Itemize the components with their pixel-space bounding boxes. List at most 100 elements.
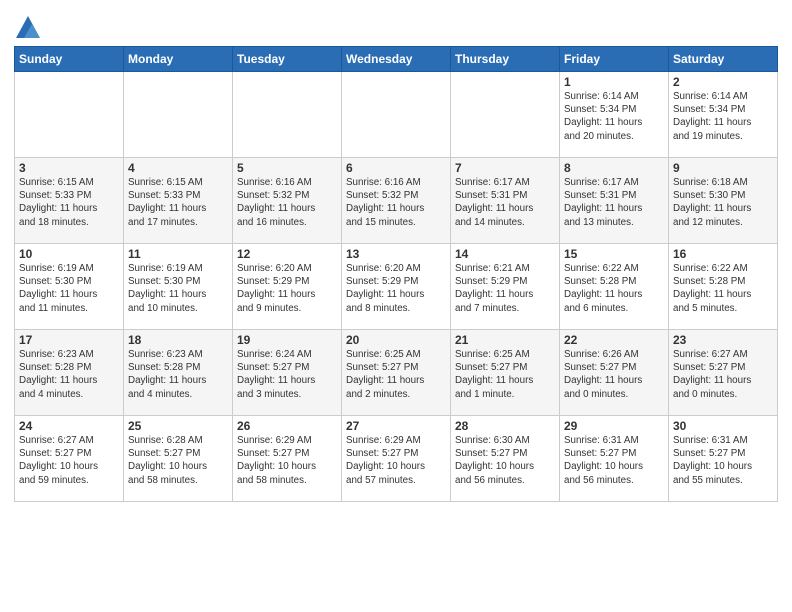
cell-info: Sunrise: 6:25 AM Sunset: 5:27 PM Dayligh… (455, 348, 555, 401)
day-number: 23 (673, 333, 773, 347)
cell-info: Sunrise: 6:27 AM Sunset: 5:27 PM Dayligh… (673, 348, 773, 401)
calendar-cell: 20Sunrise: 6:25 AM Sunset: 5:27 PM Dayli… (342, 330, 451, 416)
calendar-cell: 9Sunrise: 6:18 AM Sunset: 5:30 PM Daylig… (669, 158, 778, 244)
cell-info: Sunrise: 6:14 AM Sunset: 5:34 PM Dayligh… (564, 90, 664, 143)
weekday-header: Wednesday (342, 47, 451, 72)
day-number: 13 (346, 247, 446, 261)
cell-info: Sunrise: 6:17 AM Sunset: 5:31 PM Dayligh… (564, 176, 664, 229)
weekday-header: Thursday (451, 47, 560, 72)
calendar-cell (124, 72, 233, 158)
cell-info: Sunrise: 6:21 AM Sunset: 5:29 PM Dayligh… (455, 262, 555, 315)
day-number: 10 (19, 247, 119, 261)
cell-info: Sunrise: 6:17 AM Sunset: 5:31 PM Dayligh… (455, 176, 555, 229)
cell-info: Sunrise: 6:19 AM Sunset: 5:30 PM Dayligh… (128, 262, 228, 315)
calendar-cell: 18Sunrise: 6:23 AM Sunset: 5:28 PM Dayli… (124, 330, 233, 416)
weekday-header: Sunday (15, 47, 124, 72)
day-number: 5 (237, 161, 337, 175)
day-number: 6 (346, 161, 446, 175)
cell-info: Sunrise: 6:30 AM Sunset: 5:27 PM Dayligh… (455, 434, 555, 487)
calendar-cell: 24Sunrise: 6:27 AM Sunset: 5:27 PM Dayli… (15, 416, 124, 502)
day-number: 21 (455, 333, 555, 347)
calendar-cell: 17Sunrise: 6:23 AM Sunset: 5:28 PM Dayli… (15, 330, 124, 416)
cell-info: Sunrise: 6:31 AM Sunset: 5:27 PM Dayligh… (564, 434, 664, 487)
weekday-header: Saturday (669, 47, 778, 72)
cell-info: Sunrise: 6:29 AM Sunset: 5:27 PM Dayligh… (346, 434, 446, 487)
cell-info: Sunrise: 6:22 AM Sunset: 5:28 PM Dayligh… (673, 262, 773, 315)
day-number: 30 (673, 419, 773, 433)
day-number: 12 (237, 247, 337, 261)
day-number: 28 (455, 419, 555, 433)
cell-info: Sunrise: 6:19 AM Sunset: 5:30 PM Dayligh… (19, 262, 119, 315)
cell-info: Sunrise: 6:15 AM Sunset: 5:33 PM Dayligh… (128, 176, 228, 229)
logo-icon (14, 14, 42, 42)
day-number: 27 (346, 419, 446, 433)
logo (14, 14, 45, 42)
cell-info: Sunrise: 6:26 AM Sunset: 5:27 PM Dayligh… (564, 348, 664, 401)
day-number: 15 (564, 247, 664, 261)
day-number: 16 (673, 247, 773, 261)
calendar-cell: 7Sunrise: 6:17 AM Sunset: 5:31 PM Daylig… (451, 158, 560, 244)
calendar-cell: 23Sunrise: 6:27 AM Sunset: 5:27 PM Dayli… (669, 330, 778, 416)
calendar-week-row: 1Sunrise: 6:14 AM Sunset: 5:34 PM Daylig… (15, 72, 778, 158)
cell-info: Sunrise: 6:14 AM Sunset: 5:34 PM Dayligh… (673, 90, 773, 143)
day-number: 7 (455, 161, 555, 175)
day-number: 22 (564, 333, 664, 347)
calendar-cell: 13Sunrise: 6:20 AM Sunset: 5:29 PM Dayli… (342, 244, 451, 330)
calendar-cell: 26Sunrise: 6:29 AM Sunset: 5:27 PM Dayli… (233, 416, 342, 502)
cell-info: Sunrise: 6:28 AM Sunset: 5:27 PM Dayligh… (128, 434, 228, 487)
page-container: SundayMondayTuesdayWednesdayThursdayFrid… (0, 0, 792, 510)
calendar-cell: 12Sunrise: 6:20 AM Sunset: 5:29 PM Dayli… (233, 244, 342, 330)
day-number: 2 (673, 75, 773, 89)
cell-info: Sunrise: 6:23 AM Sunset: 5:28 PM Dayligh… (128, 348, 228, 401)
cell-info: Sunrise: 6:23 AM Sunset: 5:28 PM Dayligh… (19, 348, 119, 401)
weekday-header: Monday (124, 47, 233, 72)
day-number: 29 (564, 419, 664, 433)
cell-info: Sunrise: 6:25 AM Sunset: 5:27 PM Dayligh… (346, 348, 446, 401)
calendar-cell: 1Sunrise: 6:14 AM Sunset: 5:34 PM Daylig… (560, 72, 669, 158)
weekday-header: Friday (560, 47, 669, 72)
day-number: 3 (19, 161, 119, 175)
day-number: 1 (564, 75, 664, 89)
calendar-cell: 6Sunrise: 6:16 AM Sunset: 5:32 PM Daylig… (342, 158, 451, 244)
calendar-cell: 11Sunrise: 6:19 AM Sunset: 5:30 PM Dayli… (124, 244, 233, 330)
calendar-cell: 5Sunrise: 6:16 AM Sunset: 5:32 PM Daylig… (233, 158, 342, 244)
calendar-cell: 15Sunrise: 6:22 AM Sunset: 5:28 PM Dayli… (560, 244, 669, 330)
cell-info: Sunrise: 6:22 AM Sunset: 5:28 PM Dayligh… (564, 262, 664, 315)
calendar-cell: 16Sunrise: 6:22 AM Sunset: 5:28 PM Dayli… (669, 244, 778, 330)
calendar-cell (451, 72, 560, 158)
day-number: 20 (346, 333, 446, 347)
cell-info: Sunrise: 6:31 AM Sunset: 5:27 PM Dayligh… (673, 434, 773, 487)
cell-info: Sunrise: 6:16 AM Sunset: 5:32 PM Dayligh… (346, 176, 446, 229)
day-number: 14 (455, 247, 555, 261)
calendar-cell (233, 72, 342, 158)
calendar-cell (15, 72, 124, 158)
calendar-cell: 30Sunrise: 6:31 AM Sunset: 5:27 PM Dayli… (669, 416, 778, 502)
day-number: 9 (673, 161, 773, 175)
calendar-cell: 29Sunrise: 6:31 AM Sunset: 5:27 PM Dayli… (560, 416, 669, 502)
day-number: 4 (128, 161, 228, 175)
cell-info: Sunrise: 6:16 AM Sunset: 5:32 PM Dayligh… (237, 176, 337, 229)
day-number: 8 (564, 161, 664, 175)
calendar-week-row: 10Sunrise: 6:19 AM Sunset: 5:30 PM Dayli… (15, 244, 778, 330)
cell-info: Sunrise: 6:29 AM Sunset: 5:27 PM Dayligh… (237, 434, 337, 487)
weekday-header: Tuesday (233, 47, 342, 72)
calendar-cell: 10Sunrise: 6:19 AM Sunset: 5:30 PM Dayli… (15, 244, 124, 330)
day-number: 26 (237, 419, 337, 433)
calendar-cell: 21Sunrise: 6:25 AM Sunset: 5:27 PM Dayli… (451, 330, 560, 416)
day-number: 18 (128, 333, 228, 347)
calendar-cell: 2Sunrise: 6:14 AM Sunset: 5:34 PM Daylig… (669, 72, 778, 158)
calendar-week-row: 3 Sunrise: 6:15 AM Sunset: 5:33 PM Daylig… (15, 158, 778, 244)
calendar-cell: 22Sunrise: 6:26 AM Sunset: 5:27 PM Dayli… (560, 330, 669, 416)
calendar-cell: 25Sunrise: 6:28 AM Sunset: 5:27 PM Dayli… (124, 416, 233, 502)
cell-info: Sunrise: 6:20 AM Sunset: 5:29 PM Dayligh… (346, 262, 446, 315)
calendar-cell: 14Sunrise: 6:21 AM Sunset: 5:29 PM Dayli… (451, 244, 560, 330)
calendar-cell: 4Sunrise: 6:15 AM Sunset: 5:33 PM Daylig… (124, 158, 233, 244)
day-number: 17 (19, 333, 119, 347)
day-number: 11 (128, 247, 228, 261)
calendar-cell: 3Sunrise: 6:15 AM Sunset: 5:33 PM Daylig… (15, 158, 124, 244)
calendar-cell (342, 72, 451, 158)
calendar-cell: 19Sunrise: 6:24 AM Sunset: 5:27 PM Dayli… (233, 330, 342, 416)
cell-info: Sunrise: 6:24 AM Sunset: 5:27 PM Dayligh… (237, 348, 337, 401)
header (14, 10, 778, 42)
calendar-cell: 28Sunrise: 6:30 AM Sunset: 5:27 PM Dayli… (451, 416, 560, 502)
